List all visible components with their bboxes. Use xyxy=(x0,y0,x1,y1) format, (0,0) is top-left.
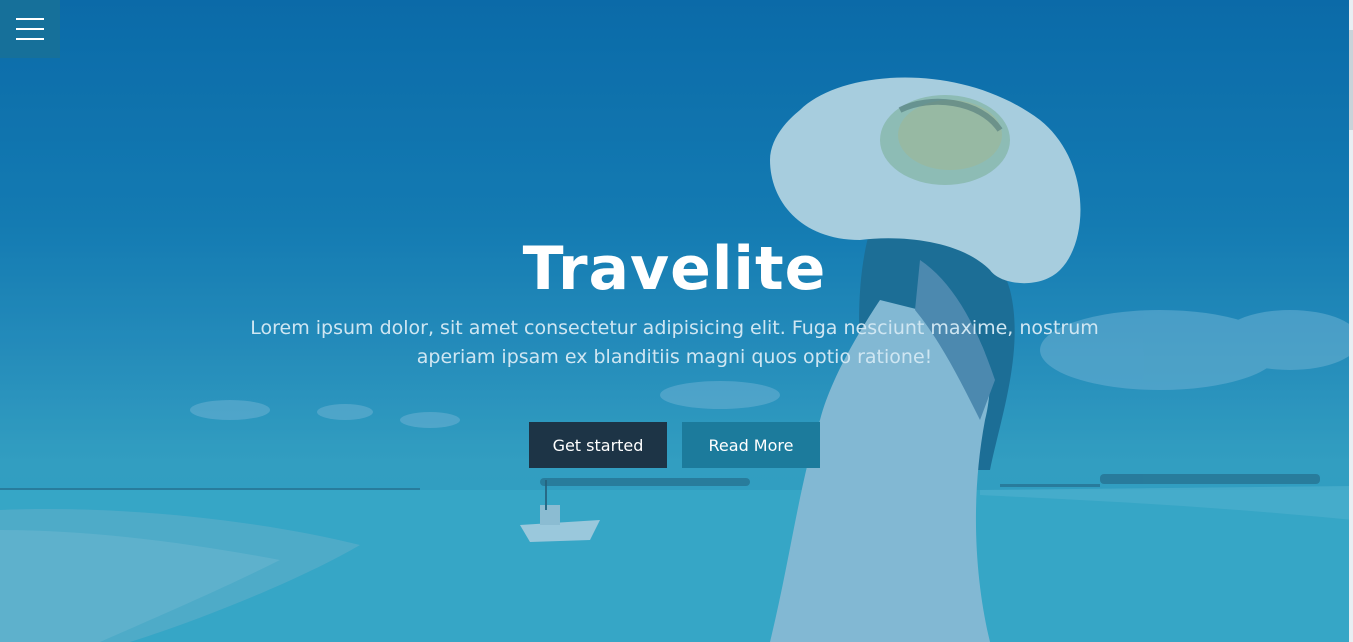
hamburger-menu-icon-line xyxy=(16,38,44,40)
hero-subtitle: Lorem ipsum dolor, sit amet consectetur … xyxy=(250,317,1099,368)
hamburger-menu-icon xyxy=(16,18,44,20)
hero-title: Travelite xyxy=(522,234,827,304)
scrollbar[interactable] xyxy=(1349,0,1353,642)
get-started-button[interactable]: Get started xyxy=(529,422,667,468)
hamburger-menu-icon-line xyxy=(16,28,44,30)
read-more-button[interactable]: Read More xyxy=(682,422,820,468)
hamburger-menu-button[interactable] xyxy=(0,0,60,58)
hero-buttons: Get started Read More xyxy=(0,422,1349,468)
scrollbar-thumb[interactable] xyxy=(1349,30,1353,130)
hero-content: Travelite Lorem ipsum dolor, sit amet co… xyxy=(0,230,1349,468)
